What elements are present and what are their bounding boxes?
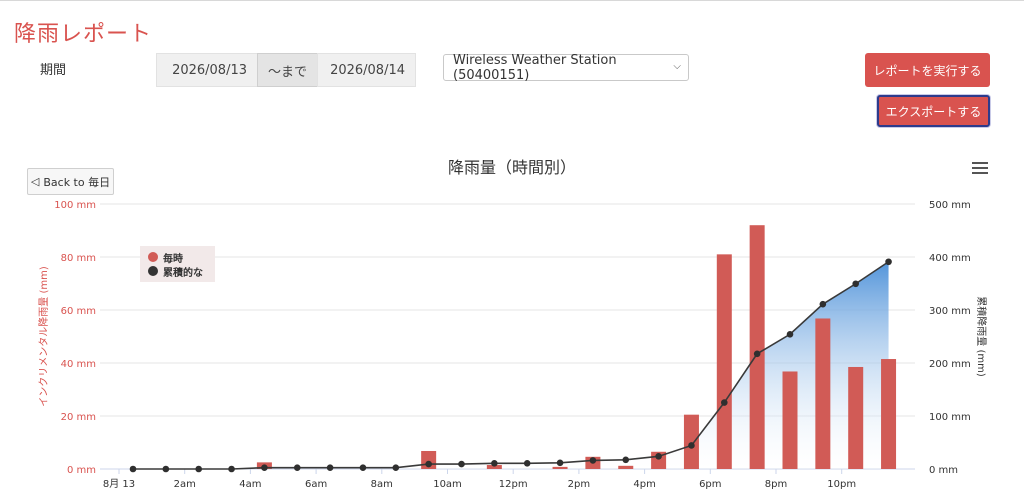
cumulative-point <box>622 456 630 464</box>
bar-hourly <box>552 466 568 469</box>
legend-swatch-hourly <box>148 252 158 262</box>
cumulative-point <box>885 258 892 266</box>
bar-hourly <box>848 366 864 469</box>
cumulative-point <box>523 459 531 467</box>
cumulative-point <box>819 300 827 308</box>
cumulative-point <box>425 460 432 468</box>
x-tick-label: 8am <box>371 479 393 490</box>
y-axis-title: インクリメンタル降雨量 (mm) <box>37 266 50 407</box>
cumulative-point <box>556 459 564 467</box>
y-tick-label: 80 mm <box>61 253 96 264</box>
x-tick-label: 8pm <box>765 479 787 490</box>
legend-swatch-cumulative <box>148 266 158 276</box>
y-tick-label: 40 mm <box>61 359 96 370</box>
cumulative-point <box>655 453 662 460</box>
x-tick-label: 6am <box>305 479 327 490</box>
cumulative-point <box>293 464 301 471</box>
cumulative-point <box>786 330 794 338</box>
cumulative-point <box>129 465 137 473</box>
cumulative-point <box>162 465 170 473</box>
y-tick-label: 0 mm <box>67 465 96 476</box>
y2-tick-label: 200 mm <box>929 359 971 370</box>
cumulative-point <box>261 464 268 471</box>
bar-hourly <box>782 371 798 469</box>
x-tick-label: 10am <box>433 479 462 490</box>
cumulative-point <box>326 464 334 471</box>
cumulative-point <box>491 459 498 467</box>
bar-hourly <box>716 254 732 469</box>
y2-tick-label: 400 mm <box>929 253 971 264</box>
cumulative-point <box>458 460 465 468</box>
y2-tick-label: 0 mm <box>929 465 958 476</box>
bar-hourly <box>881 359 897 469</box>
cumulative-point <box>753 350 761 358</box>
y-tick-label: 20 mm <box>61 412 96 423</box>
y2-axis-title: 累積降雨量 (mm) <box>975 296 988 377</box>
x-tick-label: 12pm <box>499 479 528 490</box>
x-tick-label: 4pm <box>633 479 655 490</box>
legend-label-hourly: 毎時 <box>163 253 183 265</box>
x-tick-label: 2am <box>174 479 196 490</box>
legend-item-hourly[interactable]: 毎時 <box>148 250 215 265</box>
y2-tick-label: 500 mm <box>929 200 971 211</box>
chart-legend: 毎時 累積的な <box>140 246 215 282</box>
cumulative-point <box>688 442 695 449</box>
cumulative-point <box>589 457 597 464</box>
x-tick-label: 2pm <box>568 479 590 490</box>
bar-hourly <box>618 465 634 469</box>
y2-tick-label: 300 mm <box>929 306 971 317</box>
cumulative-area <box>133 261 889 469</box>
y2-tick-label: 100 mm <box>929 412 971 423</box>
cumulative-point <box>721 399 728 406</box>
bar-hourly <box>683 414 699 469</box>
x-tick-label: 4am <box>239 479 261 490</box>
x-tick-label: 10pm <box>827 479 856 490</box>
bar-hourly <box>749 225 765 469</box>
y-tick-label: 100 mm <box>54 200 96 211</box>
x-tick-label: 8月 13 <box>103 478 135 490</box>
cumulative-point <box>392 464 400 471</box>
legend-item-cumulative[interactable]: 累積的な <box>148 264 215 279</box>
cumulative-point <box>228 465 235 473</box>
cumulative-point <box>359 464 367 471</box>
cumulative-point <box>852 280 859 288</box>
y-tick-label: 60 mm <box>61 306 96 317</box>
cumulative-point <box>195 465 202 473</box>
x-tick-label: 6pm <box>699 479 721 490</box>
legend-label-cumulative: 累積的な <box>163 267 203 279</box>
bar-hourly <box>815 318 831 469</box>
